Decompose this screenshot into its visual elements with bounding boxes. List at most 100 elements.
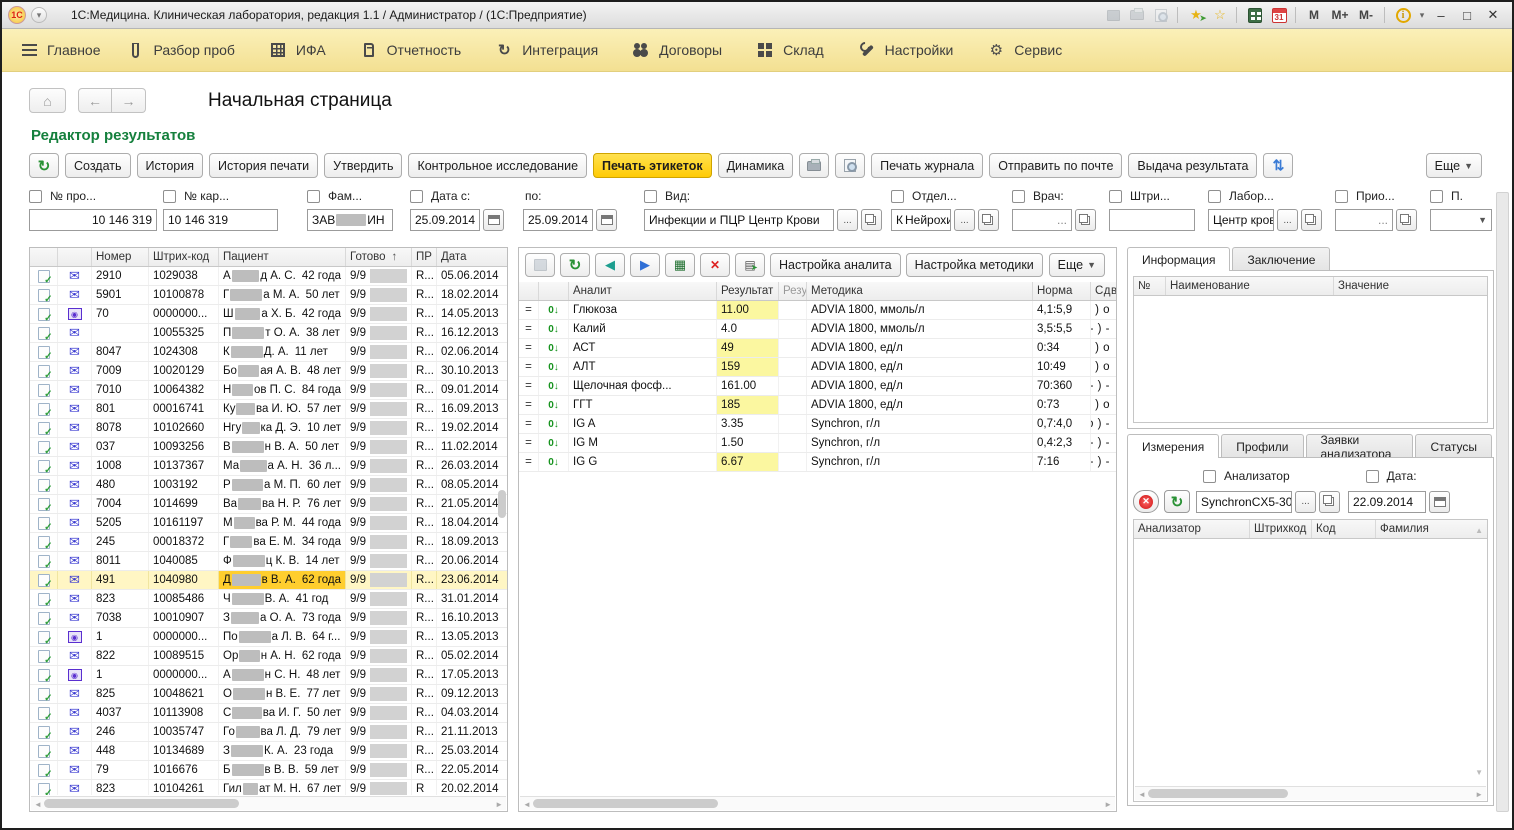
order-row[interactable]: 7009 10020129 Боая А. В.48 лет 9/9 R... … [30, 362, 507, 381]
issue-result-button[interactable]: Выдача результата [1128, 153, 1257, 178]
forward-button[interactable]: → [112, 88, 146, 113]
analyzer-choose-button[interactable]: ... [1295, 491, 1316, 513]
order-row[interactable]: 491 1040980 Дв В. А.62 года 9/9 R... 23.… [30, 571, 507, 590]
menu-item-razbor-prob[interactable]: Разбор проб [127, 42, 235, 58]
analyte-row[interactable]: = 0↓ ГГТ 185 ADVIA 1800, ед/л 0:73 - ( -… [519, 396, 1116, 415]
date-to-input[interactable]: 25.09.2014 [523, 209, 593, 231]
create-button[interactable]: Создать [65, 153, 131, 178]
analyte-row[interactable]: = 0↓ Щелочная фосф... 161.00 ADVIA 1800,… [519, 377, 1116, 396]
column-header-shift[interactable]: Сдвиг [1091, 282, 1116, 300]
analyte-row[interactable]: = 0↓ Калий 4.0 ADVIA 1800, ммоль/л 3,5:5… [519, 320, 1116, 339]
priority-input[interactable]: ... [1335, 209, 1393, 231]
result-value[interactable]: 4.0 [717, 320, 779, 338]
filter-barcode-checkbox[interactable] [1109, 190, 1122, 203]
menu-item-dogovory[interactable]: Договоры [632, 42, 722, 58]
order-row[interactable]: 7038 10010907 За О. А.73 года 9/9 R... 1… [30, 609, 507, 628]
date-from-calendar-button[interactable] [483, 209, 504, 231]
barcode-input[interactable] [1109, 209, 1195, 231]
num-order-input[interactable]: 10 146 319 [29, 209, 157, 231]
menu-item-integraciya[interactable]: ↻Интеграция [495, 42, 598, 58]
next-button[interactable]: ▶ [630, 253, 660, 277]
department-open-button[interactable] [978, 209, 999, 231]
result-value[interactable]: 6.67 [717, 453, 779, 471]
status-column-header[interactable] [30, 248, 58, 266]
send-email-button[interactable]: Отправить по почте [989, 153, 1122, 178]
order-row[interactable]: 5205 10161197 Мва Р. М.44 года 9/9 R... … [30, 514, 507, 533]
filter-p-checkbox[interactable] [1430, 190, 1443, 203]
result-value[interactable]: 159 [717, 358, 779, 376]
filter-num-order-checkbox[interactable] [29, 190, 42, 203]
column-header-norm[interactable]: Норма [1033, 282, 1091, 300]
measurements-horizontal-scrollbar[interactable]: ◄► [1135, 786, 1486, 800]
priority-open-button[interactable] [1396, 209, 1417, 231]
analyte-setup-button[interactable]: Настройка аналита [770, 253, 901, 277]
exchange-button[interactable]: ⇅ [1263, 153, 1293, 178]
save-icon[interactable] [1102, 5, 1124, 25]
filter-priority-checkbox[interactable] [1335, 190, 1348, 203]
favorites-icon[interactable]: ★➤ [1185, 5, 1207, 25]
lab-open-button[interactable] [1301, 209, 1322, 231]
order-row[interactable]: 825 10048621 Он В. Е.77 лет 9/9 R... 09.… [30, 685, 507, 704]
order-row[interactable]: 7010 10064382 Нов П. С.84 года 9/9 R... … [30, 381, 507, 400]
form-vertical-scrollbar[interactable] [1496, 192, 1509, 812]
post-results-button[interactable]: ▤ [735, 253, 765, 277]
order-row[interactable]: 1 0000000... Поа Л. В.64 г... 9/9 R... 1… [30, 628, 507, 647]
column-header-method[interactable]: Методика [807, 282, 1033, 300]
tab-zayavki-analizatora[interactable]: Заявки анализатора [1306, 434, 1414, 458]
order-row[interactable]: 10055325 Пт О. А.38 лет 9/9 R... 16.12.2… [30, 324, 507, 343]
order-row[interactable]: 1008 10137367 Маа А. Н.36 л... 9/9 R... … [30, 457, 507, 476]
menu-item-otchetnost[interactable]: Отчетность [360, 42, 462, 58]
doctor-open-button[interactable] [1075, 209, 1096, 231]
print-journal-button[interactable]: Печать журнала [871, 153, 983, 178]
order-row[interactable]: 801 00016741 Кува И. Ю.57 лет 9/9 R... 1… [30, 400, 507, 419]
order-row[interactable]: 5901 10100878 Га М. А.50 лет 9/9 R... 18… [30, 286, 507, 305]
info-icon[interactable]: i [1392, 5, 1414, 25]
column-header-result[interactable]: Результат [717, 282, 779, 300]
history-button[interactable]: История [137, 153, 203, 178]
save-results-button[interactable] [525, 253, 555, 277]
kind-input[interactable]: Инфекции и ПЦР Центр Крови [644, 209, 834, 231]
calculator-icon[interactable] [1244, 5, 1266, 25]
analyzer-input[interactable]: SynchronCX5-307 [1196, 491, 1292, 513]
measure-date-input[interactable]: 22.09.2014 [1348, 491, 1426, 513]
analyzer-open-button[interactable] [1319, 491, 1340, 513]
result-value[interactable]: 185 [717, 396, 779, 414]
lab-choose-button[interactable]: ... [1277, 209, 1298, 231]
analyte-row[interactable]: = 0↓ IG G 6.67 Synchron, г/л 7:16 о ( - … [519, 453, 1116, 472]
result-value[interactable]: 11.00 [717, 301, 779, 319]
department-input[interactable]: КНейрохи [891, 209, 951, 231]
date-to-calendar-button[interactable] [596, 209, 617, 231]
filter-doctor-checkbox[interactable] [1012, 190, 1025, 203]
kind-choose-button[interactable]: ... [837, 209, 858, 231]
tab-profili[interactable]: Профили [1221, 434, 1303, 458]
home-button[interactable]: ⌂ [29, 88, 66, 113]
table-view-button[interactable]: ▦ [665, 253, 695, 277]
column-header-kod[interactable]: Код [1312, 520, 1376, 538]
tab-informaciya[interactable]: Информация [1127, 247, 1230, 271]
print-history-button[interactable]: История печати [209, 153, 318, 178]
scroll-down-icon[interactable]: ▼ [1475, 768, 1483, 777]
results-more-button[interactable]: Еще▼ [1049, 253, 1105, 277]
refresh-button[interactable]: ↻ [29, 153, 59, 178]
result-value[interactable]: 1.50 [717, 434, 779, 452]
maximize-button[interactable]: □ [1454, 5, 1480, 25]
close-button[interactable]: ✕ [1480, 5, 1506, 25]
refresh-measurements-button[interactable]: ↻ [1164, 490, 1190, 513]
filter-num-card-checkbox[interactable] [163, 190, 176, 203]
column-header-analyzer[interactable]: Анализатор [1134, 520, 1250, 538]
column-header-analyte[interactable]: Аналит [569, 282, 717, 300]
column-header-patient[interactable]: Пациент [219, 248, 346, 266]
analyte-row[interactable]: = 0↓ Глюкоза 11.00 ADVIA 1800, ммоль/л 4… [519, 301, 1116, 320]
department-choose-button[interactable]: ... [954, 209, 975, 231]
date-checkbox[interactable] [1366, 470, 1379, 483]
column-header-no[interactable]: № [1134, 277, 1166, 295]
calendar-icon[interactable]: 31 [1268, 5, 1290, 25]
result-value[interactable]: 161.00 [717, 377, 779, 395]
order-row[interactable]: 823 10104261 Гилат М. Н.67 лет 9/9 R 20.… [30, 780, 507, 795]
system-menu-dropdown[interactable]: ▾ [31, 7, 47, 23]
order-row[interactable]: 448 10134689 ЗК. А.23 года 9/9 R... 25.0… [30, 742, 507, 761]
tab-zaklyuchenie[interactable]: Заключение [1232, 247, 1330, 271]
filter-surname-checkbox[interactable] [307, 190, 320, 203]
surname-input[interactable]: ЗАВИН [307, 209, 393, 231]
result-value[interactable]: 3.35 [717, 415, 779, 433]
